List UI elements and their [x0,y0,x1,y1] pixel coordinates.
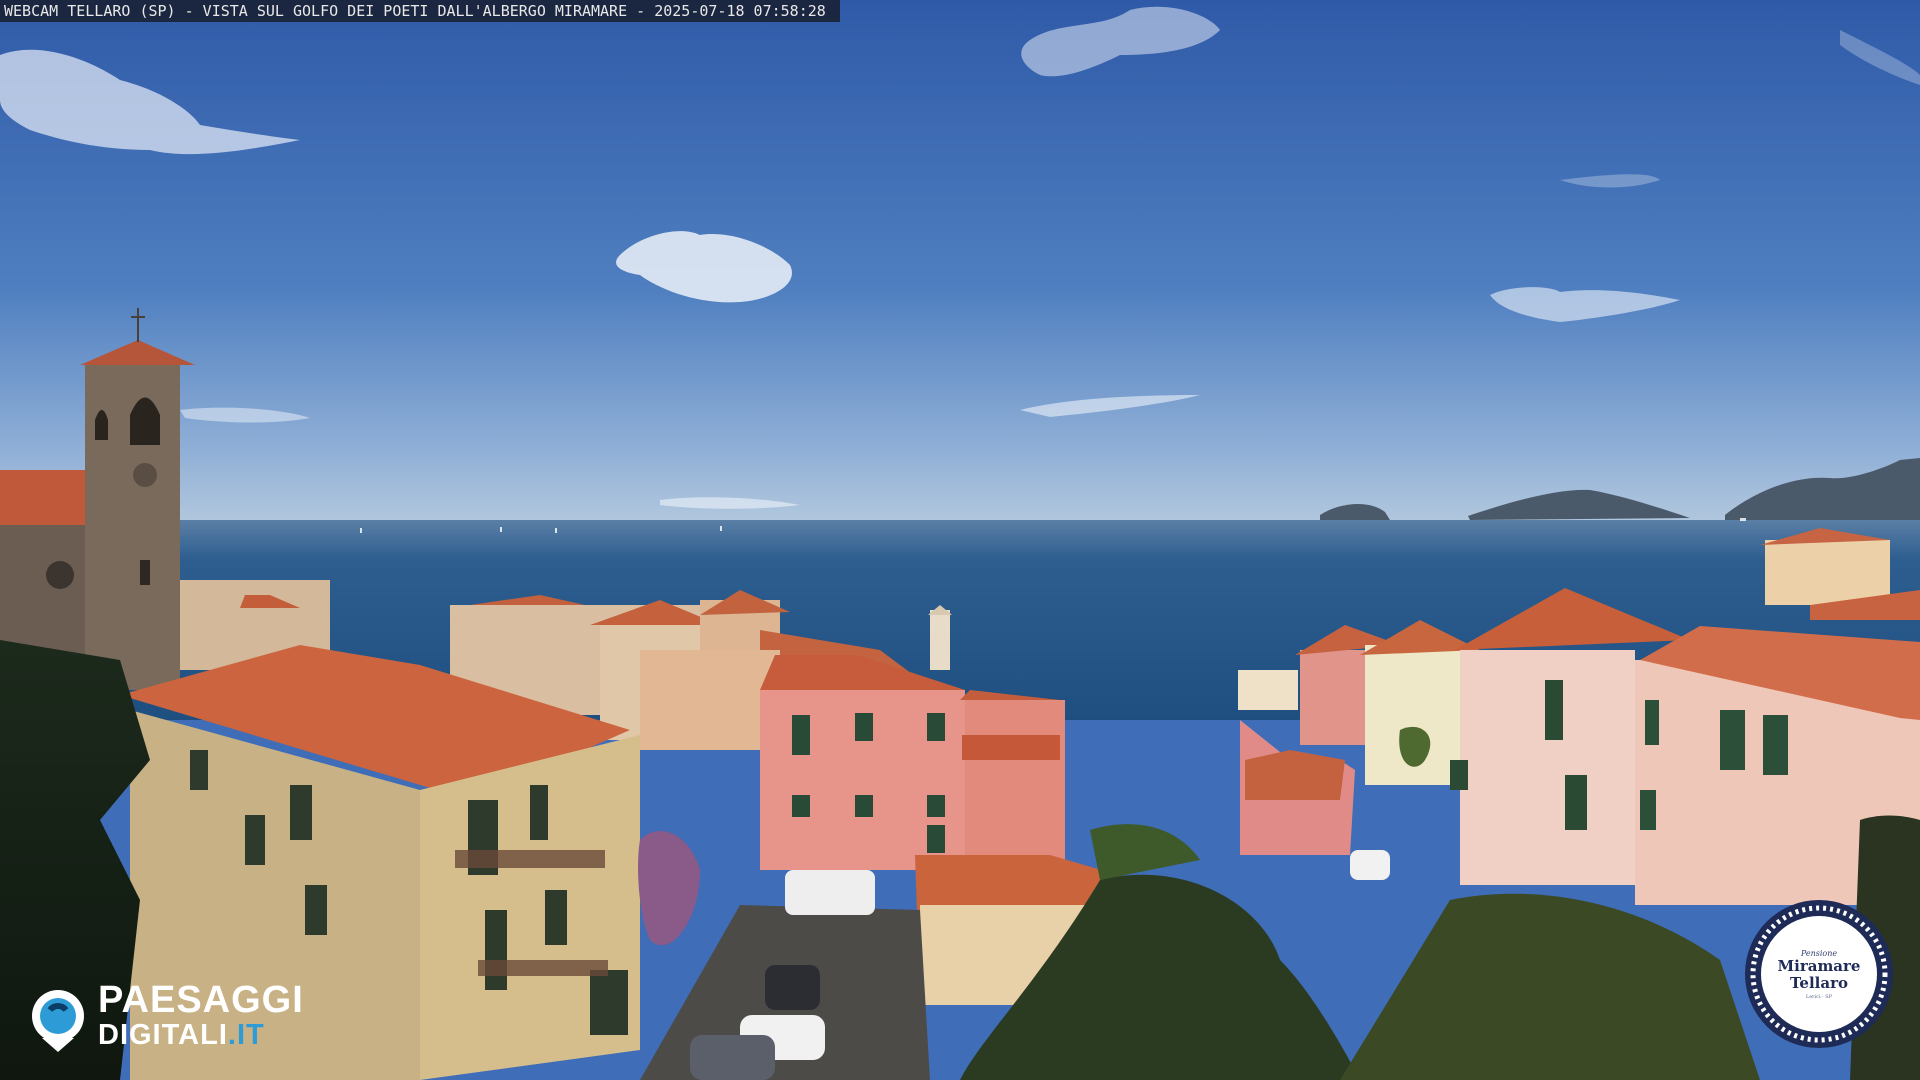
badge-line2: Tellaro [1789,973,1848,992]
watermark-line2: DIGITALI.IT [98,1018,304,1051]
badge-line1: Miramare [1777,956,1861,975]
paesaggi-digitali-watermark: PAESAGGI DIGITALI.IT [30,980,304,1050]
webcam-caption: WEBCAM TELLARO (SP) - VISTA SUL GOLFO DE… [0,0,840,22]
watermark-text: PAESAGGI DIGITALI.IT [98,981,304,1050]
sky [0,0,1920,525]
webcam-scene [0,0,1920,1080]
white-van [785,870,875,915]
watermark-line2-suffix: .IT [227,1018,265,1051]
watermark-line1: PAESAGGI [98,978,304,1021]
badge-tiny-text: Lerici · SP [1805,993,1833,1000]
logo-mark-spacer [30,983,90,1047]
watermark-line2-prefix: DIGITALI [98,1018,228,1051]
miramare-tellaro-badge: Pensione Miramare Tellaro Lerici · SP [1745,900,1893,1048]
